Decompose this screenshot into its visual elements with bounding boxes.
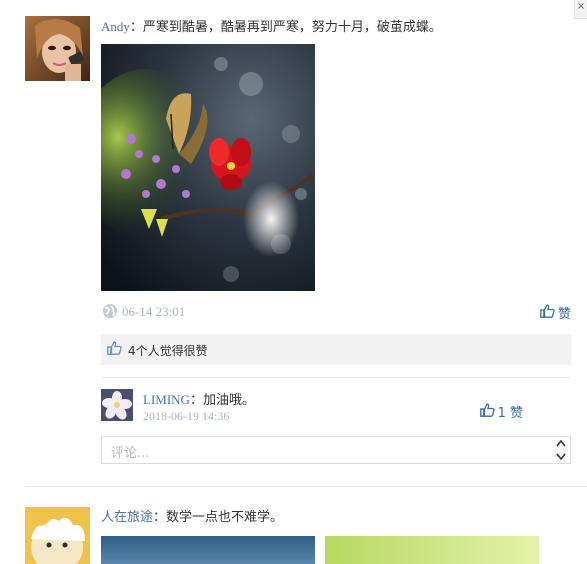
feed-page: × Andy：严寒到酷暑，酷暑再到严寒，努力十月，破茧成蝶。 06-14 23:… — [0, 0, 587, 564]
author-name-link[interactable]: 人在旅途 — [101, 510, 153, 525]
post-text: 数学一点也不难学。 — [166, 510, 284, 525]
post-photo[interactable] — [101, 536, 315, 564]
post-photo[interactable] — [325, 536, 539, 564]
name-separator: ： — [153, 510, 167, 525]
author-avatar[interactable] — [25, 507, 90, 564]
feed-post: 人在旅途：数学一点也不难学。 — [0, 0, 587, 564]
post-text-line: 人在旅途：数学一点也不难学。 — [101, 506, 283, 525]
